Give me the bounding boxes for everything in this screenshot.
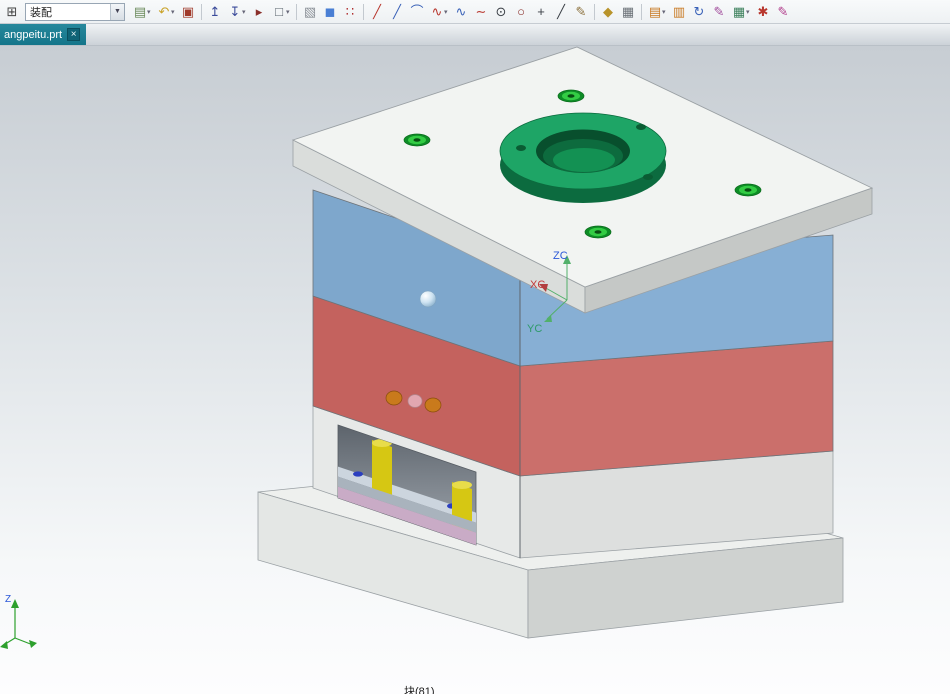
- ring-bolt-icon: [636, 124, 646, 130]
- cap-screw-icon: [403, 133, 431, 147]
- line-blue-icon[interactable]: ╱: [387, 2, 407, 21]
- window-cascade-icon-dropdown[interactable]: ▾: [662, 8, 669, 16]
- ring-bolt-icon: [516, 145, 526, 151]
- part-locating-ring[interactable]: [499, 112, 667, 203]
- cap-screw-icon: [557, 89, 585, 103]
- plus-icon[interactable]: +: [531, 2, 551, 21]
- refresh-icon[interactable]: ↻: [689, 2, 709, 21]
- promote-body-icon[interactable]: ↥: [205, 2, 225, 21]
- ejector-screw-icon: [353, 471, 363, 477]
- toolbar-separator: [201, 3, 202, 20]
- guide-bushing-icon: [424, 397, 442, 413]
- toolbar-separator: [594, 3, 595, 20]
- tab-angpeitu-prt[interactable]: angpeitu.prt ×: [0, 24, 87, 45]
- assembly-combo-value: 装配: [30, 6, 52, 19]
- circle-icon[interactable]: ○: [511, 2, 531, 21]
- assembly-type-combo[interactable]: 装配 ▼: [25, 2, 125, 21]
- line-red-icon[interactable]: ╱: [367, 2, 387, 21]
- spline-red-icon-dropdown[interactable]: ▾: [444, 8, 451, 16]
- table-icon-dropdown[interactable]: ▾: [746, 8, 753, 16]
- shaded-cube-icon[interactable]: ▧: [300, 2, 320, 21]
- snap-points-icon[interactable]: ∷: [340, 2, 360, 21]
- ring-bolt-icon: [643, 174, 653, 180]
- selection-rect-icon-dropdown[interactable]: ▾: [286, 8, 293, 16]
- tab-close-icon[interactable]: ×: [67, 28, 81, 41]
- undo-icon-dropdown[interactable]: ▾: [171, 8, 178, 16]
- combo-dropdown-icon[interactable]: ▼: [110, 3, 124, 20]
- cap-screw-icon: [584, 225, 612, 239]
- module-grid-icon[interactable]: ⊞: [2, 2, 22, 21]
- view-triad: Z: [0, 594, 37, 649]
- window-tile-icon[interactable]: ▥: [669, 2, 689, 21]
- annotate-icon[interactable]: ✎: [773, 2, 793, 21]
- paste-icon-dropdown[interactable]: ▾: [147, 8, 154, 16]
- spline-blue-icon[interactable]: ∿: [451, 2, 471, 21]
- clipboard-icon[interactable]: ▣: [178, 2, 198, 21]
- circle-center-icon[interactable]: ⊙: [491, 2, 511, 21]
- wcs-z-label: ZC: [553, 250, 568, 262]
- demote-body-icon-dropdown[interactable]: ▾: [242, 8, 249, 16]
- edit-object-icon[interactable]: ✎: [709, 2, 729, 21]
- snap-select-icon[interactable]: ▸: [249, 2, 269, 21]
- sketch-face-icon[interactable]: ✎: [571, 2, 591, 21]
- sprue-hole-icon: [407, 394, 423, 408]
- graphics-viewport[interactable]: ZC XC YC Z 块(81): [0, 46, 950, 694]
- toolbar-icon-strip: ▤ ▾ ↶ ▾ ▣ ↥ ↧ ▾ ▸ □ ▾ ▧ ◼ ∷ ╱ ╱ ⌒ ∿ ▾ ∿ ∼ ⊙ ○ + ╱ ✎ ◆ ▦ ▤ ▾ ▥ ↻ ✎ ▦ ▾ ✱ ✎: [130, 2, 948, 21]
- toolbar-separator: [363, 3, 364, 20]
- locating-ball-icon: [419, 290, 437, 308]
- triad-z-label: Z: [5, 594, 11, 605]
- tab-label: angpeitu.prt: [4, 28, 63, 41]
- guide-bushing-icon: [385, 390, 403, 406]
- toolbar-separator: [641, 3, 642, 20]
- tab-bar: angpeitu.prt ×: [0, 24, 950, 46]
- view-cube-icon[interactable]: ◼: [320, 2, 340, 21]
- toolbar-separator: [296, 3, 297, 20]
- mold-assembly-model[interactable]: ZC XC YC Z: [0, 46, 950, 694]
- datum-icon[interactable]: ◆: [598, 2, 618, 21]
- slash-icon[interactable]: ╱: [551, 2, 571, 21]
- cad-application-window: ⊞ 装配 ▼ ▤ ▾ ↶ ▾ ▣ ↥ ↧ ▾ ▸ □ ▾ ▧ ◼ ∷ ╱ ╱ ⌒ ∿ ▾ ∿ ∼ ⊙ ○ + ╱ ✎ ◆ ▦ ▤ ▾ ▥ ↻ ✎…: [0, 0, 950, 694]
- fit-curve-icon[interactable]: ∼: [471, 2, 491, 21]
- star-icon[interactable]: ✱: [753, 2, 773, 21]
- grid-icon[interactable]: ▦: [618, 2, 638, 21]
- arc-icon[interactable]: ⌒: [407, 2, 427, 21]
- cap-screw-icon: [734, 183, 762, 197]
- main-toolbar: ⊞ 装配 ▼ ▤ ▾ ↶ ▾ ▣ ↥ ↧ ▾ ▸ □ ▾ ▧ ◼ ∷ ╱ ╱ ⌒ ∿ ▾ ∿ ∼ ⊙ ○ + ╱ ✎ ◆ ▦ ▤ ▾ ▥ ↻ ✎…: [0, 0, 950, 24]
- wcs-x-label: XC: [530, 279, 545, 291]
- status-part-label: 块(81): [404, 686, 435, 694]
- wcs-y-label: YC: [527, 323, 542, 335]
